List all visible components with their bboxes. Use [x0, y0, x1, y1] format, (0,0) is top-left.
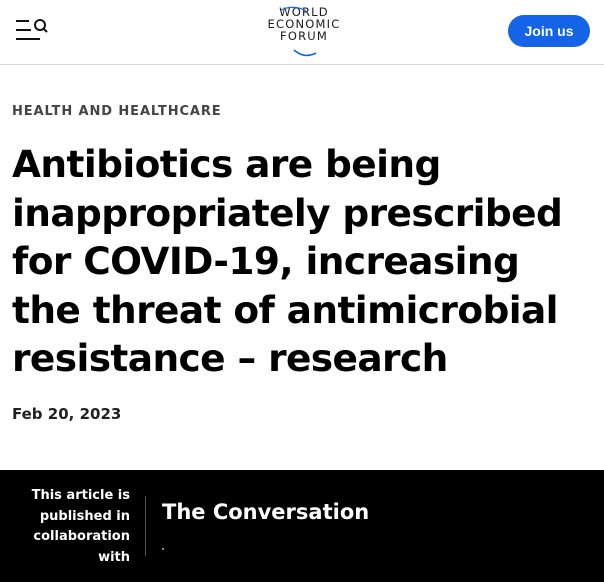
article-title: Antibiotics are being inappropriately pr…: [12, 142, 563, 380]
site-header: WORLD ECONOMIC FORUM Join us: [0, 0, 604, 65]
join-us-button[interactable]: Join us: [508, 15, 590, 47]
collaboration-label: This article is published in collaborati…: [31, 488, 130, 565]
article-date: Feb 20, 2023: [12, 405, 122, 423]
wef-logo[interactable]: WORLD ECONOMIC FORUM: [254, 6, 354, 60]
partner-name[interactable]: The Conversation: [162, 500, 369, 524]
divider: [145, 496, 146, 556]
collaboration-banner: This article is published in collaborati…: [0, 470, 604, 582]
partner-logo-placeholder: [162, 548, 164, 550]
article-category[interactable]: HEALTH AND HEALTHCARE: [12, 104, 222, 119]
menu-search-icon: [16, 19, 48, 40]
menu-search-button[interactable]: [14, 17, 50, 45]
logo-arc-icon: [280, 6, 317, 57]
